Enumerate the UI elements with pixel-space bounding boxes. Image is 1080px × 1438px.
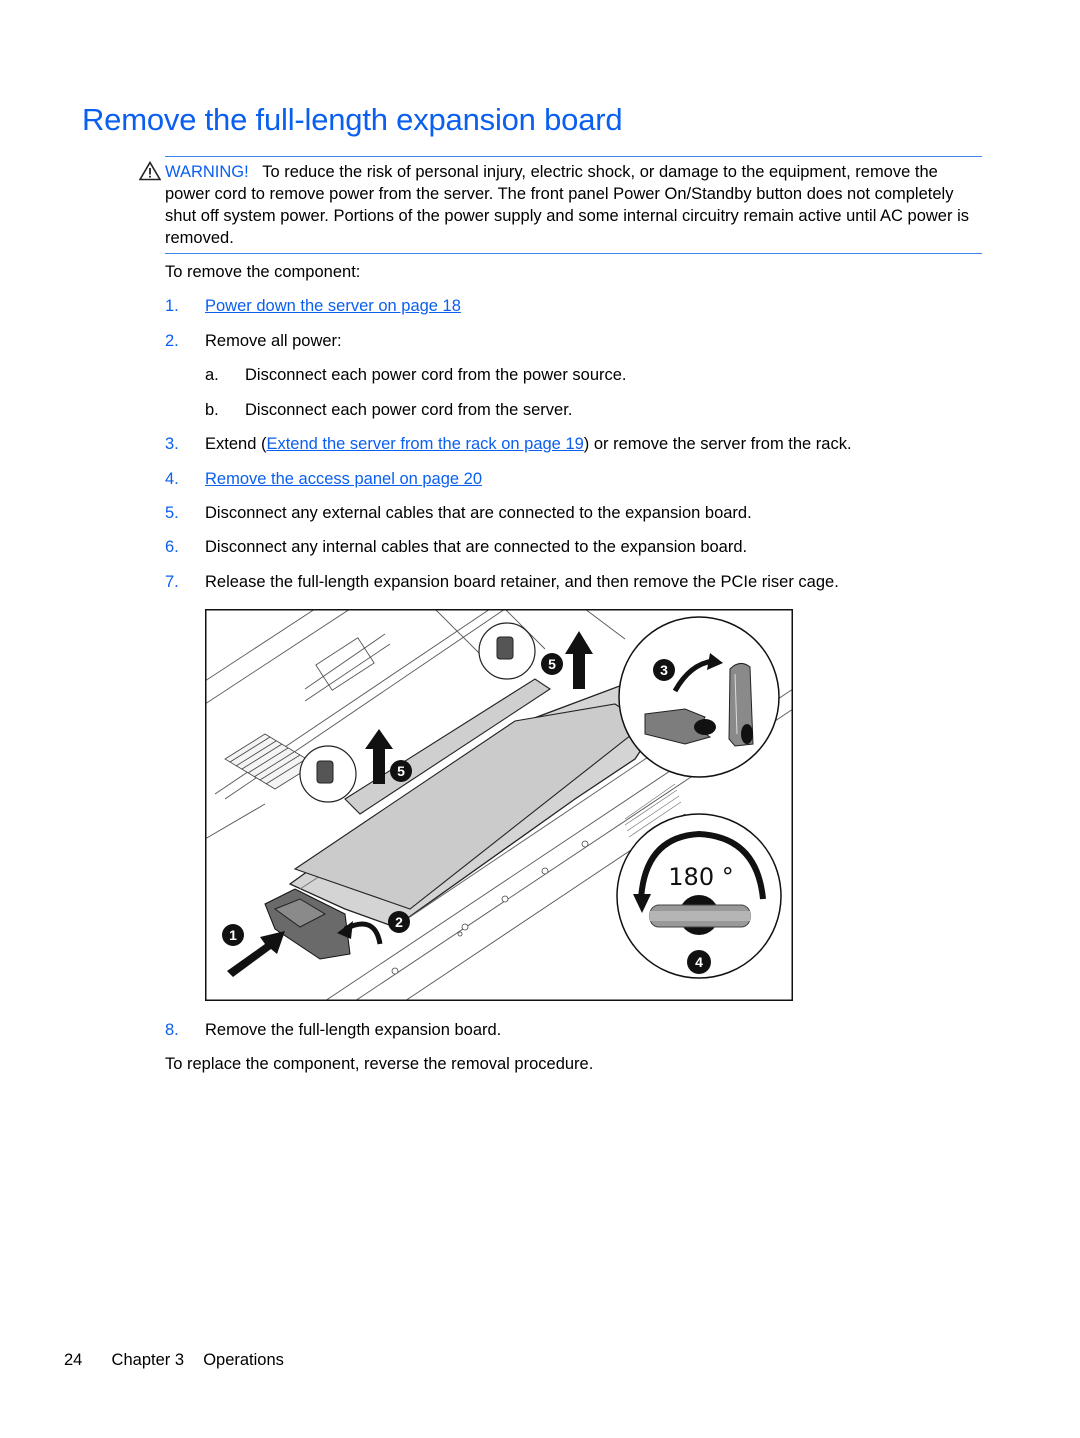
arrow-5-right [565, 631, 593, 689]
step-number: 1. [165, 297, 179, 315]
rotation-label: 180 ° [668, 863, 733, 891]
warning-bottom-rule [165, 253, 982, 254]
warning-triangle-icon [139, 161, 161, 181]
substep-text: Disconnect each power cord from the serv… [245, 401, 573, 419]
step-number: 4. [165, 470, 179, 488]
section-label: Operations [203, 1351, 284, 1369]
power-down-link[interactable]: Power down the server on page 18 [205, 297, 461, 315]
extend-server-link[interactable]: Extend the server from the rack on page … [266, 435, 583, 453]
substep-letter: b. [205, 401, 219, 419]
callout-4: 4 [695, 954, 703, 970]
step-text: Disconnect any external cables that are … [205, 504, 752, 522]
warning-box: WARNING! To reduce the risk of personal … [136, 156, 982, 254]
page-number: 24 [64, 1351, 83, 1369]
callout-1: 1 [229, 927, 237, 943]
step-number: 7. [165, 573, 179, 591]
warning-text: To reduce the risk of personal injury, e… [165, 163, 969, 247]
detail-circle-4: 180 ° 4 [616, 813, 782, 979]
step-text: Release the full-length expansion board … [205, 573, 839, 591]
callout-5-right: 5 [548, 656, 556, 672]
substep-letter: a. [205, 366, 219, 384]
detail-circle-3: 3 [618, 616, 780, 778]
page-title: Remove the full-length expansion board [82, 102, 623, 137]
step-text-post: ) or remove the server from the rack. [583, 435, 852, 453]
expansion-board-removal-illustration: 3 180 ° 4 1 2 5 5 [205, 609, 793, 1001]
callout-5-left: 5 [397, 763, 405, 779]
step-text-pre: Extend ( [205, 435, 267, 453]
warning-label: WARNING! [165, 163, 249, 181]
callout-2: 2 [395, 914, 403, 930]
intro-text: To remove the component: [165, 263, 361, 281]
access-panel-link[interactable]: Remove the access panel on page 20 [205, 470, 482, 488]
step-number: 6. [165, 538, 179, 556]
page-footer: 24 Chapter 3 Operations [64, 1351, 284, 1370]
callout-3: 3 [660, 662, 668, 678]
step-number: 3. [165, 435, 179, 453]
substep-text: Disconnect each power cord from the powe… [245, 366, 627, 384]
chapter-label: Chapter 3 [111, 1351, 185, 1369]
step-text: Remove all power: [205, 332, 342, 350]
step-number: 8. [165, 1021, 179, 1039]
step-text: Disconnect any internal cables that are … [205, 538, 748, 556]
step-number: 2. [165, 332, 179, 350]
step-number: 5. [165, 504, 179, 522]
step-text: Remove the full-length expansion board. [205, 1021, 502, 1039]
outro-text: To replace the component, reverse the re… [165, 1055, 594, 1073]
